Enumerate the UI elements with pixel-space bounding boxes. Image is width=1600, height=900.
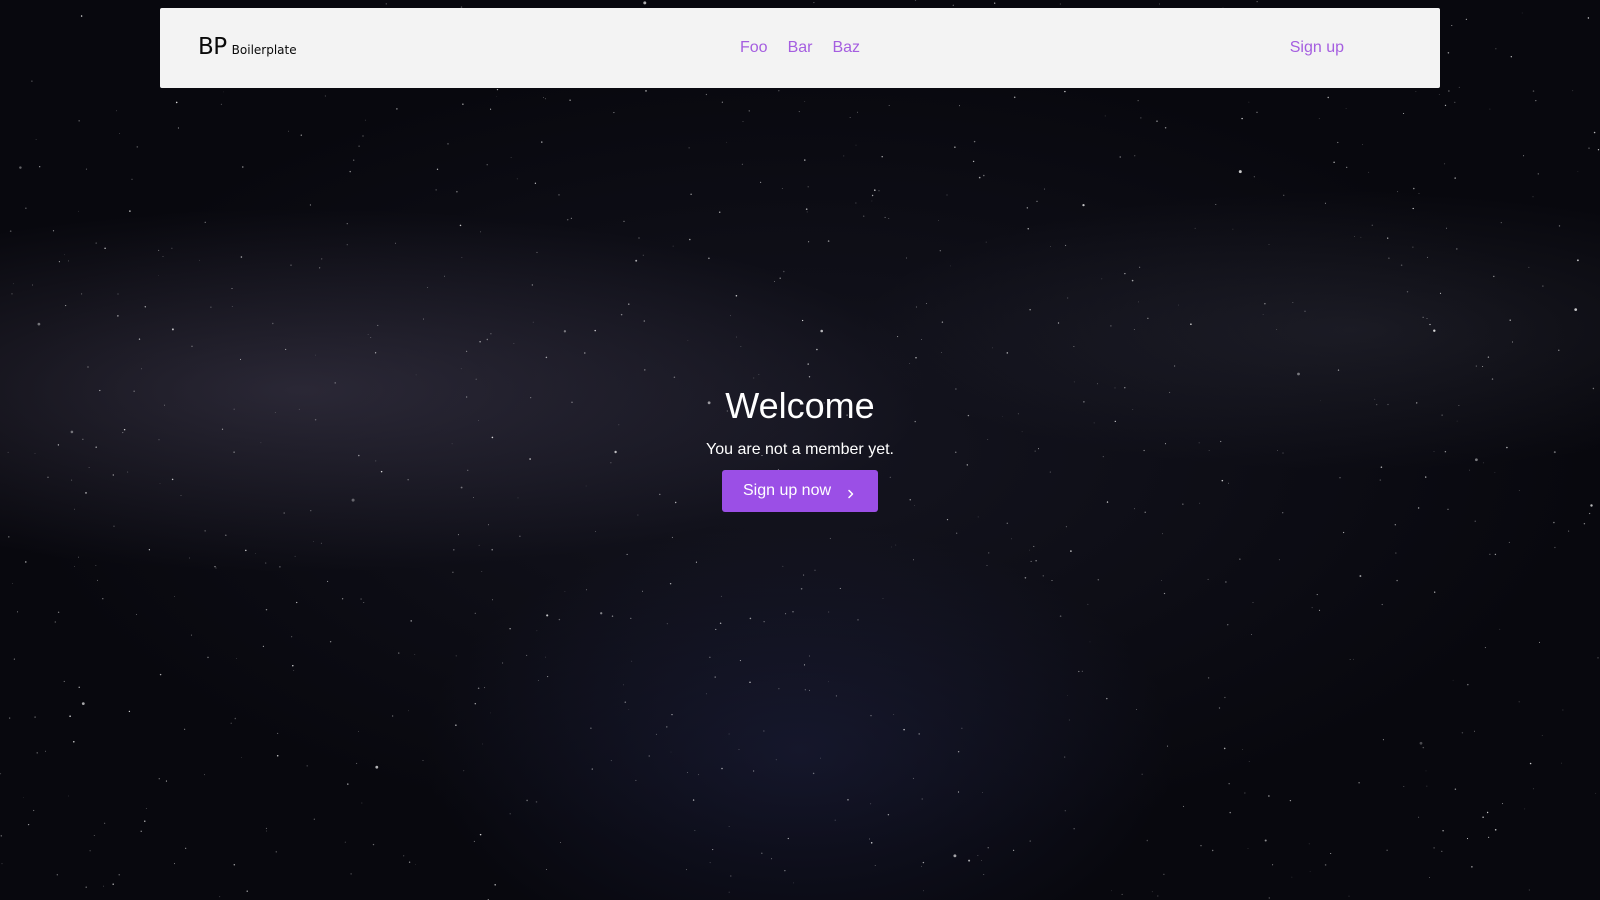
- brand-mark: BP: [198, 34, 227, 60]
- nav-link-bar[interactable]: Bar: [778, 39, 823, 57]
- signup-now-button[interactable]: Sign up now: [721, 470, 879, 512]
- hero-section: Welcome You are not a member yet. Sign u…: [0, 375, 1600, 512]
- nav-link-baz[interactable]: Baz: [822, 39, 870, 57]
- nav-signup-link[interactable]: Sign up: [1280, 39, 1354, 57]
- hero-title: Welcome: [725, 385, 875, 426]
- navbar-end: Sign up: [1280, 8, 1354, 88]
- hero-subtitle: You are not a member yet.: [706, 441, 894, 458]
- signup-now-label: Sign up now: [742, 482, 832, 499]
- brand-name: Boilerplate: [231, 43, 297, 57]
- brand-logo[interactable]: BP Boilerplate: [198, 35, 297, 59]
- nav-link-foo[interactable]: Foo: [730, 39, 778, 57]
- navbar: BP Boilerplate Foo Bar Baz Sign up: [160, 8, 1440, 88]
- nav-links: Foo Bar Baz: [730, 8, 870, 88]
- chevron-right-icon: [846, 486, 856, 499]
